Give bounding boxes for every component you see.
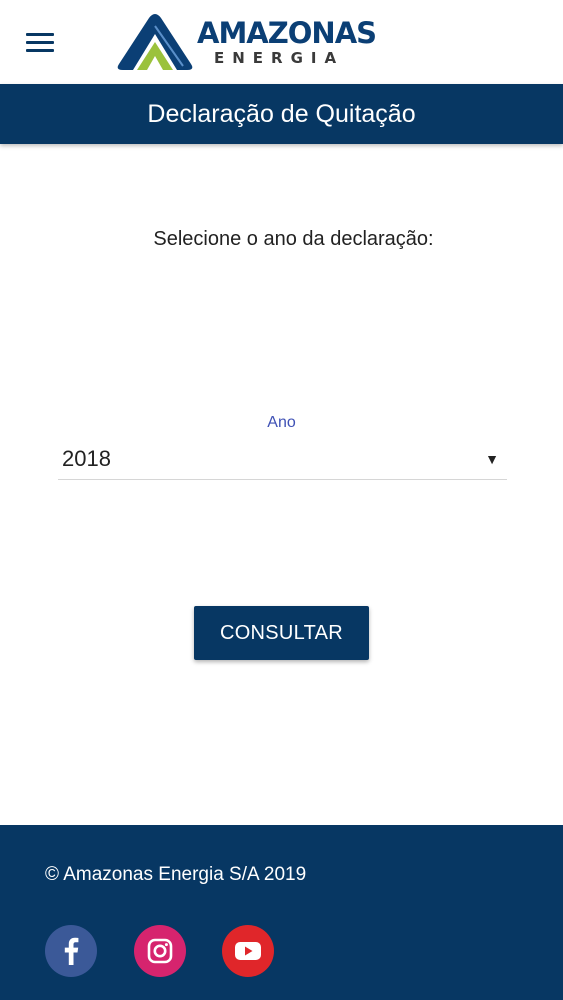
year-field-label: Ano [267,414,296,431]
app-header: AMAZONAS ENERGIA [0,0,563,84]
youtube-icon[interactable] [222,925,274,977]
logo-wordmark: AMAZONAS [197,16,377,50]
page-title-bar: Declaração de Quitação [0,84,563,144]
hamburger-line [26,41,54,44]
year-select-value: 2018 [62,446,111,471]
instagram-icon[interactable] [134,925,186,977]
year-prompt: Selecione o ano da declaração: [153,228,434,250]
triangle-down-icon: ▼ [485,451,499,467]
logo-mark-icon [117,14,193,70]
copyright-text: © Amazonas Energia S/A 2019 [45,864,307,885]
consultar-button[interactable]: CONSULTAR [194,606,369,660]
page: AMAZONAS ENERGIA Declaração de Quitação … [0,0,563,1000]
hamburger-line [26,49,54,52]
page-title: Declaração de Quitação [147,100,416,128]
hamburger-menu-icon[interactable] [26,33,56,55]
logo-subtitle: ENERGIA [214,49,345,67]
facebook-icon[interactable] [45,925,97,977]
amazonas-energia-logo[interactable]: AMAZONAS ENERGIA [115,12,400,74]
footer: © Amazonas Energia S/A 2019 [0,825,563,1000]
year-select[interactable]: 2018 ▼ [58,440,507,480]
hamburger-line [26,33,54,36]
